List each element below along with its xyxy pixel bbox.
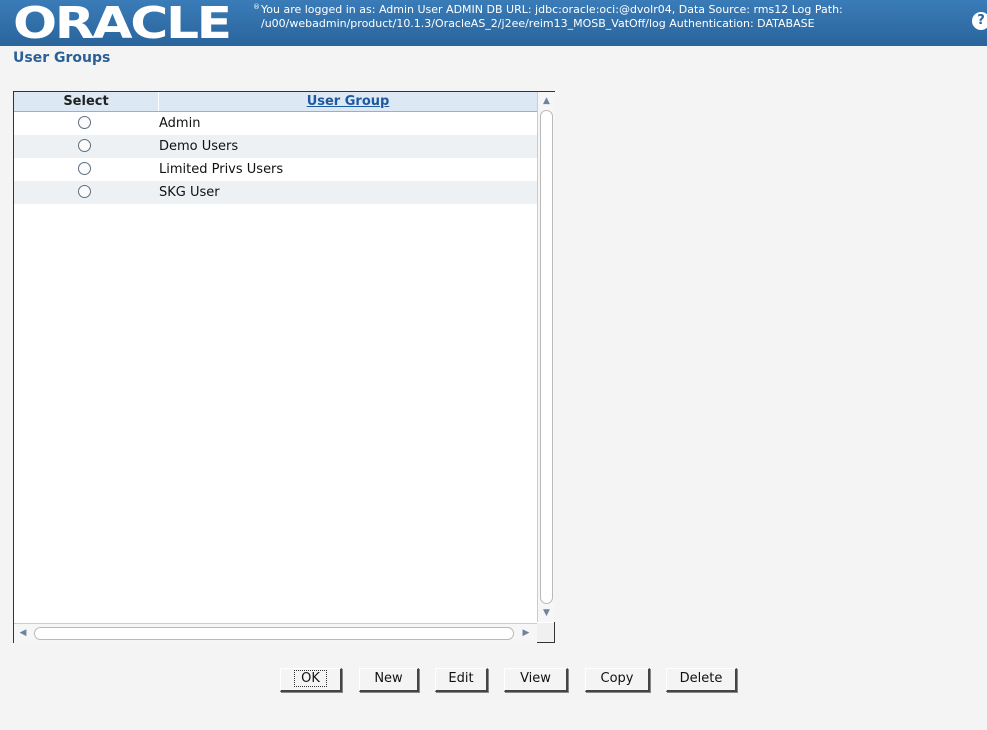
scrollbar-corner xyxy=(537,623,554,642)
trademark-symbol: ® xyxy=(253,3,260,11)
new-button-label: New xyxy=(374,671,403,686)
table-row: SKG User xyxy=(14,181,537,204)
scroll-up-icon[interactable]: ▲ xyxy=(538,94,555,108)
view-button[interactable]: View xyxy=(504,668,568,692)
session-info: You are logged in as: Admin User ADMIN D… xyxy=(261,3,951,31)
table-header: Select User Group xyxy=(14,92,537,112)
horizontal-scroll-thumb[interactable] xyxy=(34,627,514,640)
delete-button-label: Delete xyxy=(679,671,723,686)
select-radio[interactable] xyxy=(78,116,91,129)
user-group-cell: Limited Privs Users xyxy=(159,162,284,177)
table-body: Admin Demo Users Limited Privs Users SKG… xyxy=(14,112,537,204)
ok-button-label: OK xyxy=(294,670,327,687)
action-button-bar: OK New Edit View Copy Delete xyxy=(0,668,987,692)
user-groups-table: Select User Group Admin Demo Users Limit… xyxy=(13,91,555,643)
scroll-right-icon[interactable]: ▶ xyxy=(519,626,533,640)
scroll-down-icon[interactable]: ▼ xyxy=(538,606,555,620)
ok-button[interactable]: OK xyxy=(280,668,342,692)
new-button[interactable]: New xyxy=(359,668,419,692)
help-icon[interactable]: ? xyxy=(972,12,987,30)
edit-button-label: Edit xyxy=(448,671,474,686)
page-title: User Groups xyxy=(13,50,111,66)
column-header-user-group[interactable]: User Group xyxy=(159,92,537,111)
app-header: ORACLE ® You are logged in as: Admin Use… xyxy=(0,0,987,46)
user-group-cell: Admin xyxy=(159,116,201,131)
table-row: Limited Privs Users xyxy=(14,158,537,181)
session-info-line-2: /u00/webadmin/product/10.1.3/OracleAS_2/… xyxy=(261,17,815,30)
horizontal-scrollbar[interactable]: ◀ ▶ xyxy=(14,623,537,643)
edit-button[interactable]: Edit xyxy=(435,668,488,692)
user-group-cell: SKG User xyxy=(159,185,220,200)
user-group-cell: Demo Users xyxy=(159,139,239,154)
copy-button-label: Copy xyxy=(600,671,634,686)
scroll-left-icon[interactable]: ◀ xyxy=(16,626,30,640)
delete-button[interactable]: Delete xyxy=(666,668,737,692)
select-radio[interactable] xyxy=(78,185,91,198)
vertical-scrollbar[interactable]: ▲ ▼ xyxy=(537,92,555,622)
oracle-logo: ORACLE xyxy=(13,0,232,49)
select-radio[interactable] xyxy=(78,139,91,152)
copy-button[interactable]: Copy xyxy=(585,668,650,692)
column-header-select: Select xyxy=(14,92,159,111)
view-button-label: View xyxy=(520,671,551,686)
session-info-line-1: You are logged in as: Admin User ADMIN D… xyxy=(261,3,843,16)
select-radio[interactable] xyxy=(78,162,91,175)
table-row: Admin xyxy=(14,112,537,135)
vertical-scroll-thumb[interactable] xyxy=(540,110,553,604)
table-row: Demo Users xyxy=(14,135,537,158)
